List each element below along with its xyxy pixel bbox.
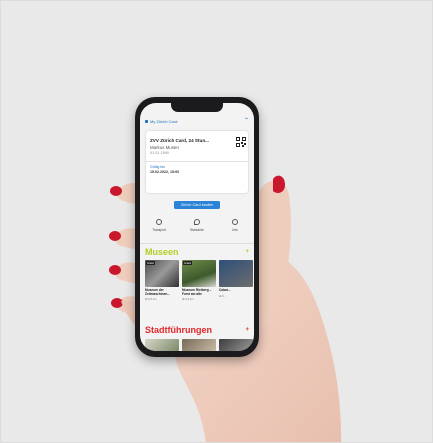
museum-image: Gratis [182, 260, 216, 287]
tram-icon [156, 219, 162, 225]
quick-action-locations[interactable]: Standorte [183, 219, 211, 239]
quick-actions: Transport Standorte Info [140, 219, 254, 239]
app-header: My Zürich Card ⌃ [140, 115, 254, 127]
card-icon [145, 119, 148, 123]
zurich-card[interactable]: ZVV Zürich Card, 24 Stun... Markus Muste… [146, 131, 248, 193]
header-title-text: My Zürich Card [150, 118, 178, 124]
card-divider [146, 161, 248, 162]
museum-distance: ⊕ 0,5 km [145, 297, 157, 302]
quick-action-transport[interactable]: Transport [145, 219, 173, 239]
museum-tile[interactable]: Gratis Museum Rietberg – Forst am alte ⊕… [182, 260, 216, 305]
buy-card-button[interactable]: Zürich Card kaufen [174, 201, 220, 209]
quick-action-info[interactable]: Info [221, 219, 249, 239]
section-divider [140, 243, 254, 244]
photo-background: My Zürich Card ⌃ ZVV Zürich Card, 24 Stu… [0, 0, 433, 443]
card-dob: 01.01.1990 [150, 151, 170, 155]
nail-1 [110, 186, 122, 196]
museum-distance: ⊕ 0... [219, 293, 227, 298]
free-badge: Gratis [146, 261, 155, 265]
museum-tile[interactable]: Cabar... ⊕ 0... [219, 260, 253, 305]
museums-list: Gratis Museum der Zeitmaschinen... ⊕ 0,5… [145, 260, 254, 305]
tour-tile[interactable] [182, 339, 216, 351]
thumb-nail [273, 175, 285, 193]
card-holder: Markus Muster [150, 145, 180, 150]
tour-tile[interactable] [145, 339, 179, 351]
nail-3 [109, 265, 121, 275]
quick-action-label: Info [232, 228, 238, 232]
card-name: ZVV Zürich Card, 24 Stun... [150, 138, 209, 143]
quick-action-label: Standorte [190, 228, 204, 232]
nail-2 [109, 231, 121, 241]
museum-caption: Museum Rietberg – Forst am alte [182, 288, 212, 296]
phone-notch [171, 103, 223, 112]
valid-label: Gültig bis [150, 165, 165, 169]
quick-action-label: Transport [152, 228, 166, 232]
tours-more-button[interactable]: + [245, 327, 249, 333]
museum-image [219, 260, 253, 287]
museum-distance: ⊕ 0,9 km [182, 297, 194, 302]
phone-screen: My Zürich Card ⌃ ZVV Zürich Card, 24 Stu… [140, 103, 254, 351]
tours-title[interactable]: Stadtführungen [145, 325, 212, 335]
free-badge: Gratis [183, 261, 192, 265]
museum-tile[interactable]: Gratis Museum der Zeitmaschinen... ⊕ 0,5… [145, 260, 179, 305]
museums-more-button[interactable]: + [245, 249, 249, 255]
header-title[interactable]: My Zürich Card [145, 119, 177, 124]
museum-caption: Museum der Zeitmaschinen... [145, 288, 170, 296]
pin-icon [194, 219, 200, 225]
museums-title[interactable]: Museen [145, 247, 179, 257]
qr-code-icon[interactable] [236, 137, 246, 147]
smartphone: My Zürich Card ⌃ ZVV Zürich Card, 24 Stu… [135, 97, 259, 357]
museum-caption: Cabar... [219, 288, 231, 292]
tours-list [145, 339, 254, 351]
chevron-up-icon[interactable]: ⌃ [244, 118, 249, 124]
tour-tile[interactable] [219, 339, 253, 351]
museum-image: Gratis [145, 260, 179, 287]
info-icon [232, 219, 238, 225]
nail-4 [111, 298, 123, 308]
valid-date: 15.02.2022, 15:00 [150, 170, 180, 174]
